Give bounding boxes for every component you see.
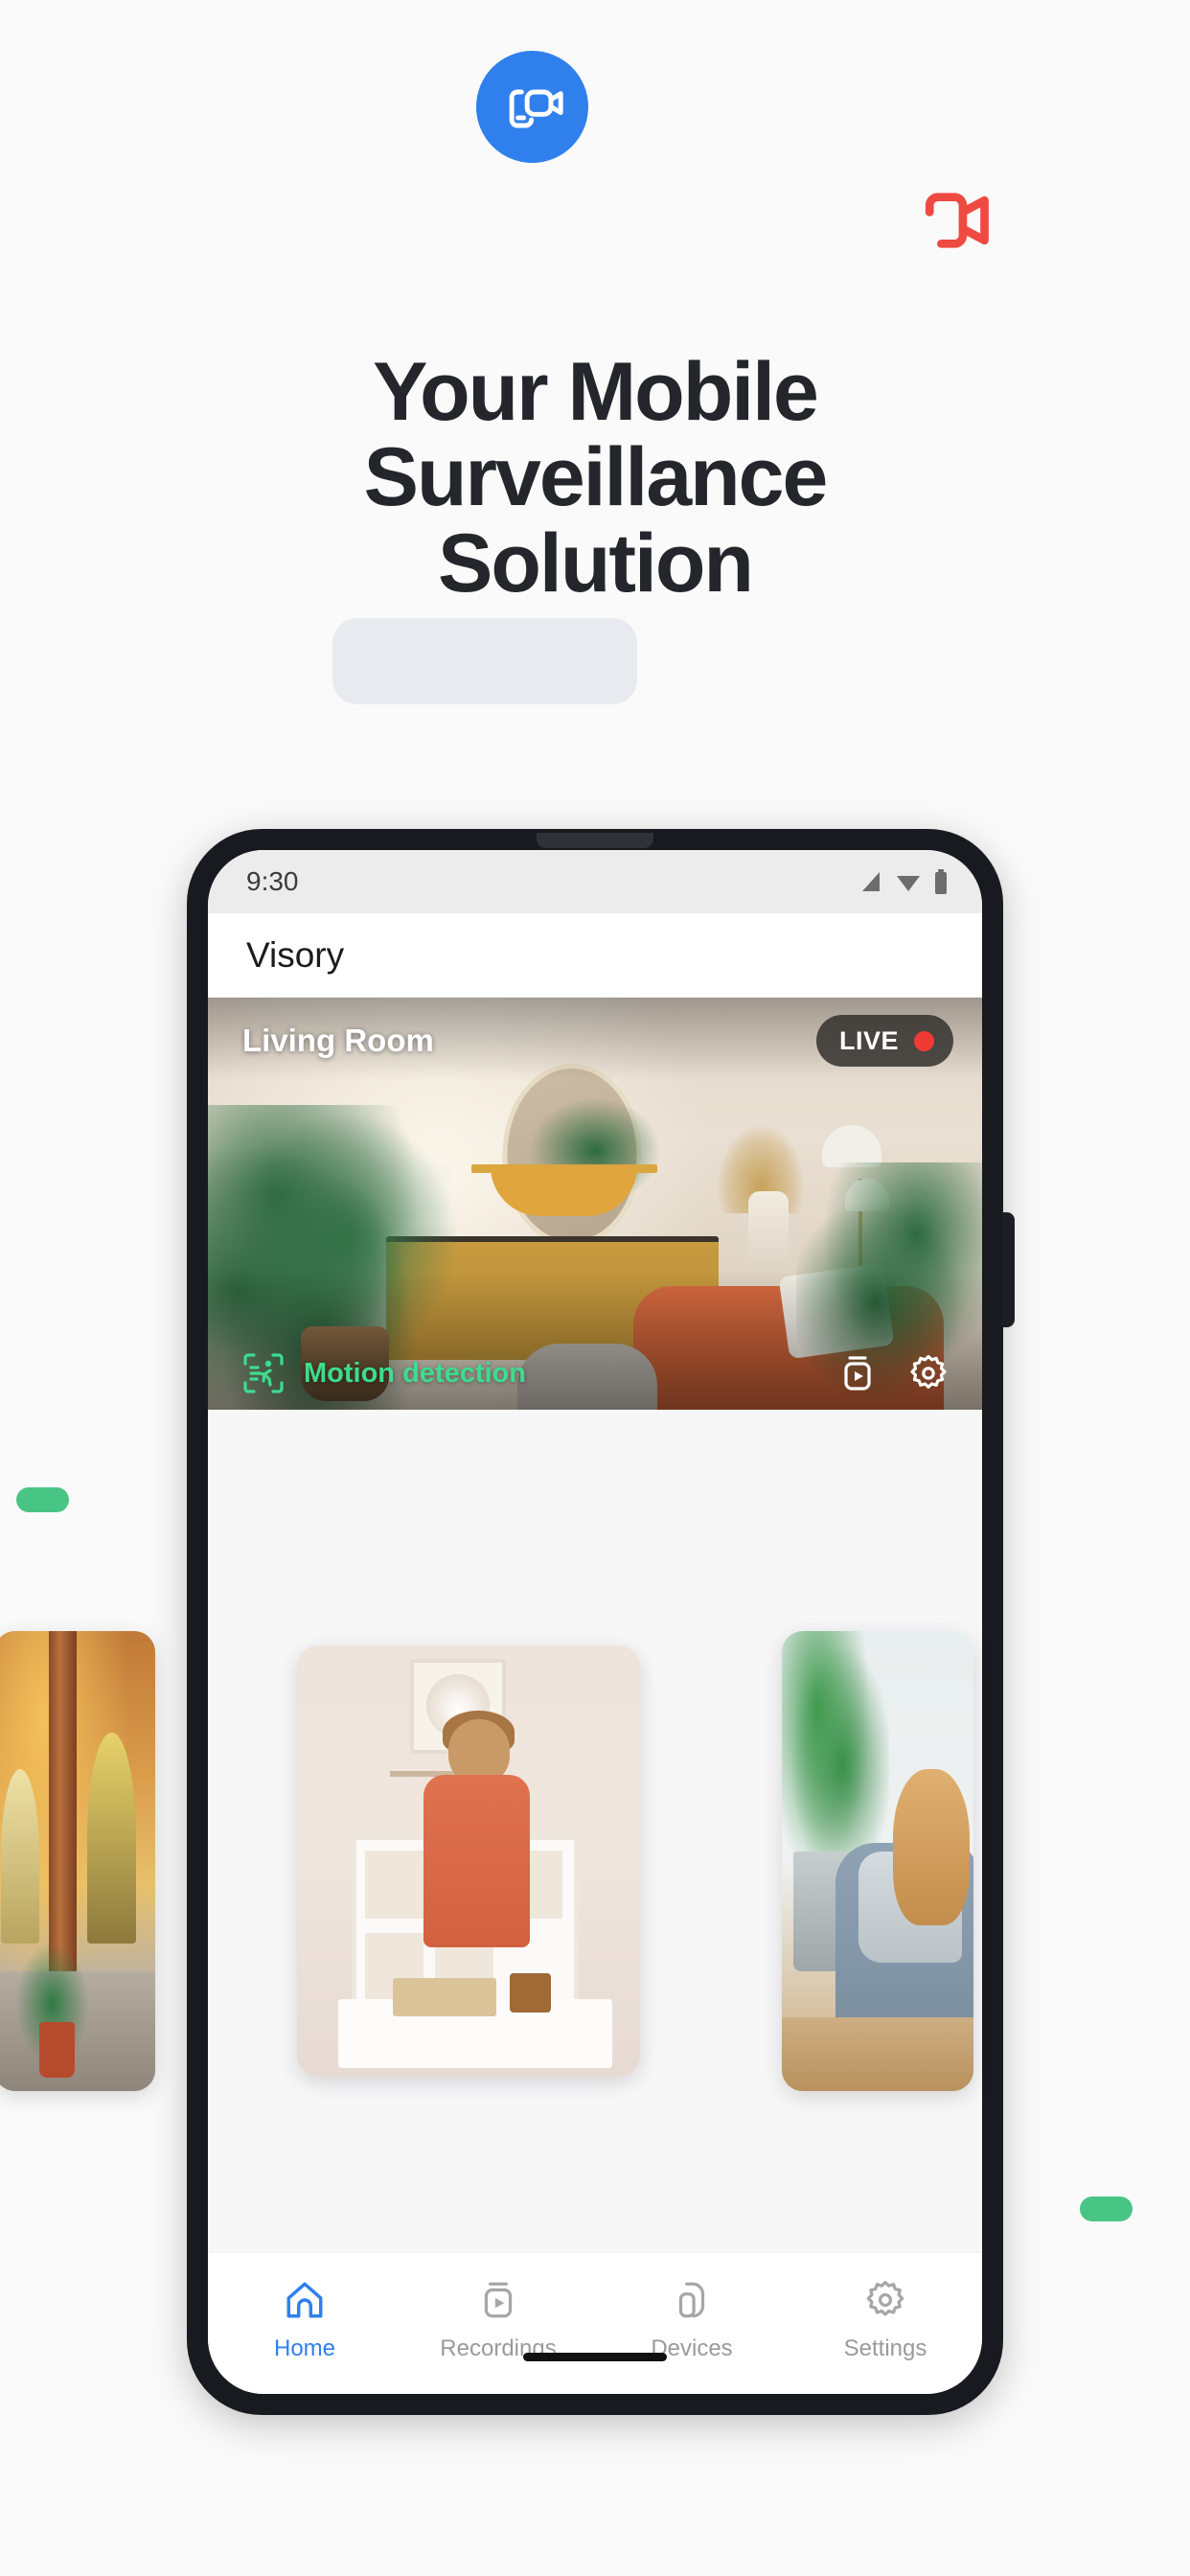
video-camera-accent-icon: [915, 189, 997, 252]
phone-speaker-notch: [537, 833, 653, 848]
devices-icon: [670, 2278, 714, 2322]
video-camera-icon: [499, 74, 566, 141]
live-view-actions: [836, 1352, 950, 1394]
status-badge: LIVE: [815, 1015, 953, 1067]
nav-item-recordings[interactable]: Recordings: [401, 2278, 595, 2362]
phone-screen: 9:30 Visory Living Room LIVE Motion dete…: [208, 850, 982, 2394]
live-badge-label: LIVE: [838, 1025, 899, 1055]
nav-label-settings: Settings: [843, 2335, 927, 2361]
camera-carousel: [0, 1612, 1190, 2110]
recordings-icon: [476, 2278, 520, 2322]
carousel-card-playroom[interactable]: [297, 1645, 640, 2077]
nav-item-home[interactable]: Home: [208, 2278, 401, 2362]
status-bar-icons: [858, 869, 948, 894]
camera-name-label: Living Room: [242, 1023, 434, 1058]
phone-mockup: 9:30 Visory Living Room LIVE Motion dete…: [187, 829, 1015, 2415]
headline-line-3: Solution: [438, 517, 754, 610]
recordings-icon[interactable]: [836, 1352, 879, 1394]
nav-item-devices[interactable]: Devices: [595, 2278, 789, 2362]
motion-detection-indicator[interactable]: Motion detection: [240, 1350, 526, 1396]
decor-pill-left: [16, 1487, 69, 1512]
carousel-card-courtyard[interactable]: [0, 1631, 155, 2091]
app-title: Visory: [246, 934, 345, 975]
home-indicator: [523, 2353, 667, 2361]
gear-icon[interactable]: [907, 1352, 950, 1394]
battery-icon: [934, 869, 948, 894]
live-camera-view[interactable]: Living Room LIVE Motion detection: [208, 998, 982, 1410]
motion-detection-icon: [240, 1350, 286, 1396]
nav-label-home: Home: [273, 2335, 336, 2361]
status-bar-time: 9:30: [246, 866, 299, 896]
promo-page: Your Mobile Surveillance Solution 9:30 V…: [0, 0, 1190, 2576]
motion-detection-label: Motion detection: [304, 1357, 526, 1389]
status-bar: 9:30: [208, 850, 982, 913]
wifi-icon: [895, 870, 922, 893]
phone-side-button[interactable]: [1001, 1212, 1015, 1327]
live-view-toolbar: Motion detection: [208, 1350, 982, 1396]
brand-logo: [476, 51, 588, 163]
page-title: Your Mobile Surveillance Solution: [0, 346, 1190, 610]
headline-line-2: Surveillance: [363, 431, 829, 524]
app-bar: Visory: [208, 913, 982, 998]
live-recording-dot-icon: [914, 1030, 934, 1051]
carousel-card-petbed[interactable]: [782, 1631, 973, 2091]
bottom-navigation: Home Recordings Devices Settings: [208, 2252, 982, 2394]
home-icon: [283, 2278, 327, 2322]
signal-icon: [858, 870, 882, 893]
headline-highlight: [332, 618, 637, 704]
settings-gear-icon: [863, 2278, 907, 2322]
decor-pill-right: [1080, 2196, 1133, 2221]
nav-item-settings[interactable]: Settings: [789, 2278, 982, 2362]
headline-line-1: Your Mobile: [373, 346, 819, 438]
